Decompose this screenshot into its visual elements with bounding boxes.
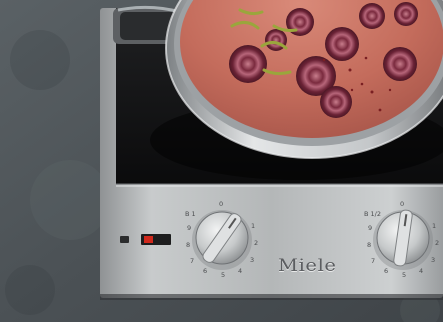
left-knob-label-6: 6 — [203, 267, 207, 275]
right-knob-label-6: 6 — [384, 267, 388, 275]
left-burner-knob[interactable] — [192, 210, 252, 270]
left-knob-label-5: 5 — [221, 271, 225, 279]
right-knob-label-4: 4 — [419, 267, 423, 275]
left-knob-label-8: 8 — [186, 241, 190, 249]
right-knob-label-b: B 1/2 — [364, 210, 381, 218]
right-knob-label-3: 3 — [431, 256, 435, 264]
right-knob-label-9: 9 — [368, 224, 372, 232]
right-knob-label-1: 1 — [432, 222, 436, 230]
left-knob-label-7: 7 — [190, 257, 194, 265]
left-knob-label-3: 3 — [250, 256, 254, 264]
left-knob-label-0: 0 — [219, 200, 223, 208]
left-knob-label-2: 2 — [254, 239, 258, 247]
induction-cooktop-photo: 0 1 2 3 4 5 6 7 8 9 B 1 0 1 2 3 4 5 6 7 … — [0, 0, 443, 322]
photo-scene: 0 1 2 3 4 5 6 7 8 9 B 1 0 1 2 3 4 5 6 7 … — [0, 0, 443, 322]
right-knob-label-5: 5 — [402, 271, 406, 279]
power-level-indicator-red — [144, 236, 153, 243]
left-knob-label-1: 1 — [251, 222, 255, 230]
left-knob-label-b: B 1 — [185, 210, 196, 218]
right-knob-label-7: 7 — [371, 257, 375, 265]
left-knob-label-9: 9 — [187, 224, 191, 232]
right-knob-label-2: 2 — [435, 239, 439, 247]
right-knob-label-0: 0 — [400, 200, 404, 208]
right-knob-label-8: 8 — [367, 241, 371, 249]
brand-logo: Miele — [278, 256, 337, 276]
status-indicator-dark — [120, 236, 129, 243]
left-knob-label-4: 4 — [238, 267, 242, 275]
